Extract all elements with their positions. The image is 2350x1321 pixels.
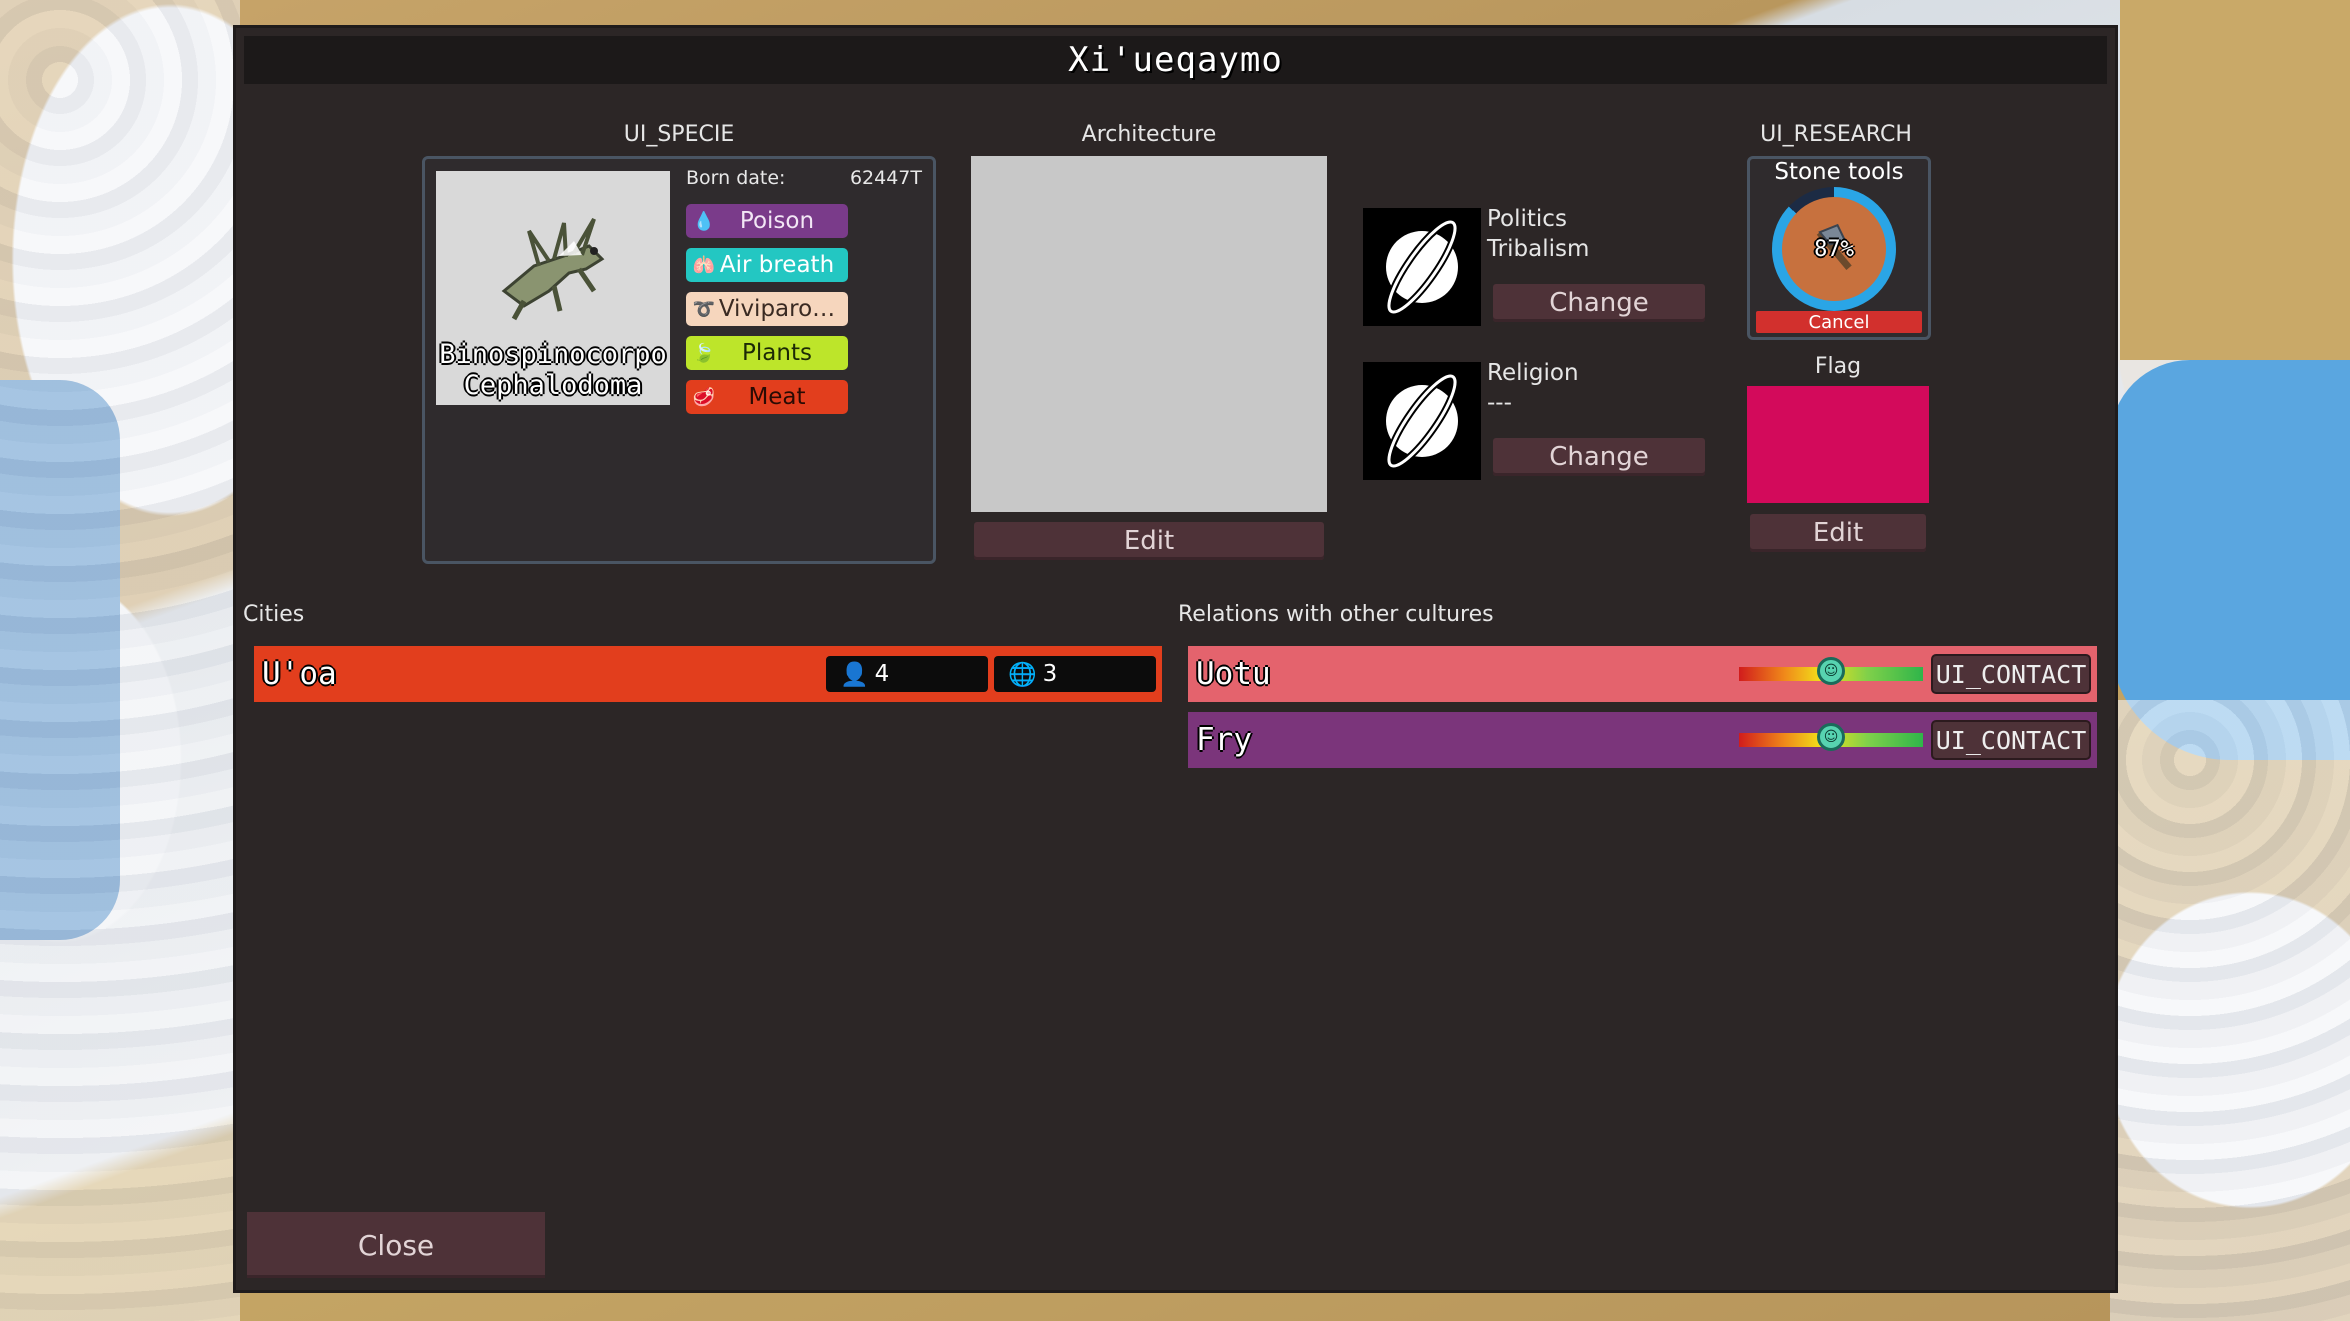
specie-panel: Binospinocorpo Cephalodoma Born date: 62… [422, 156, 936, 564]
trait-plants[interactable]: 🍃 Plants [686, 336, 848, 370]
trait-air-breath[interactable]: 🫁 Air breath [686, 248, 848, 282]
relation-attitude-slider: ☺ [1739, 723, 1923, 751]
smiley-face-icon: ☺ [1817, 723, 1845, 751]
window-title: Xi'ueqaymo [1068, 40, 1283, 80]
creature-icon [501, 217, 605, 321]
flag-edit-button[interactable]: Edit [1750, 514, 1926, 552]
snow-forest-right [2110, 700, 2350, 1321]
meat-icon: 🥩 [692, 386, 716, 408]
research-panel[interactable]: Stone tools 87% Cancel [1747, 156, 1931, 340]
flag-section-label: Flag [1814, 354, 1862, 379]
research-progress-text: 87% [1814, 236, 1854, 262]
religion-label: Religion [1487, 360, 1579, 386]
politics-info: Politics Tribalism [1487, 204, 1589, 264]
person-icon: 👤 [840, 661, 869, 688]
snow-forest-left [0, 0, 240, 1321]
religion-value: --- [1487, 390, 1512, 416]
specie-portrait[interactable]: Binospinocorpo Cephalodoma [436, 171, 670, 405]
trait-poison[interactable]: 💧 Poison [686, 204, 848, 238]
trait-meat[interactable]: 🥩 Meat [686, 380, 848, 414]
cities-section-label: Cities [243, 602, 305, 627]
relation-contact-button[interactable]: UI_CONTACT [1931, 720, 2091, 760]
drop-icon: 💧 [692, 210, 716, 232]
culture-window: Xi'ueqaymo UI_SPECIE Binospinocorpo Ceph… [236, 28, 2115, 1290]
trait-viviparo[interactable]: ➰ Viviparo… [686, 292, 848, 326]
politics-change-button[interactable]: Change [1493, 284, 1705, 322]
city-tiles-value: 3 [1042, 661, 1058, 687]
politics-value: Tribalism [1487, 236, 1590, 262]
relation-attitude-slider: ☺ [1739, 657, 1923, 685]
trait-label: Poison [739, 208, 815, 234]
research-current: Stone tools [1774, 159, 1904, 185]
religion-info: Religion --- [1487, 358, 1579, 418]
axe-icon: 87% [1782, 197, 1886, 301]
trait-label: Meat [748, 384, 806, 410]
smiley-face-icon: ☺ [1817, 657, 1845, 685]
trait-label: Air breath [719, 252, 835, 278]
leaf-icon: 🍃 [692, 342, 716, 364]
city-tiles: 🌐 3 [994, 656, 1156, 692]
architecture-preview [971, 156, 1327, 512]
relation-row[interactable]: Fry ☺ UI_CONTACT [1188, 712, 2097, 768]
city-row[interactable]: U'oa 👤 4 🌐 3 [254, 646, 1162, 702]
research-progress-ring: 87% [1772, 187, 1896, 311]
birth-icon: ➰ [692, 298, 716, 320]
relation-culture-name: Uotu [1196, 656, 1271, 692]
specie-name-genus: Binospinocorpo [439, 339, 667, 370]
architecture-section-label: Architecture [1081, 122, 1217, 147]
religion-change-button[interactable]: Change [1493, 438, 1705, 476]
born-date-label: Born date: [686, 167, 786, 189]
city-name: U'oa [262, 656, 337, 692]
relation-culture-name: Fry [1196, 722, 1252, 758]
research-section-label: UI_RESEARCH [1760, 122, 1912, 147]
close-button[interactable]: Close [247, 1212, 545, 1278]
religion-planet-icon [1363, 362, 1481, 480]
specie-section-label: UI_SPECIE [623, 122, 735, 147]
born-date-value: 62447T [849, 167, 922, 189]
city-population: 👤 4 [826, 656, 988, 692]
trait-label: Plants [742, 340, 812, 366]
born-date: Born date: 62447T [686, 167, 922, 189]
relation-contact-button[interactable]: UI_CONTACT [1931, 654, 2091, 694]
lungs-icon: 🫁 [692, 254, 716, 276]
sand-terrain [2120, 0, 2350, 360]
globe-icon: 🌐 [1008, 661, 1037, 688]
research-cancel-button[interactable]: Cancel [1756, 311, 1922, 333]
politics-planet-icon [1363, 208, 1481, 326]
politics-label: Politics [1487, 206, 1567, 232]
window-titlebar: Xi'ueqaymo [244, 36, 2107, 84]
specie-name-species: Cephalodoma [463, 370, 643, 401]
flag-preview [1747, 386, 1929, 503]
specie-name: Binospinocorpo Cephalodoma [436, 339, 670, 401]
relation-row[interactable]: Uotu ☺ UI_CONTACT [1188, 646, 2097, 702]
trait-label: Viviparo… [718, 296, 836, 322]
relations-section-label: Relations with other cultures [1178, 602, 1494, 627]
city-population-value: 4 [874, 661, 890, 687]
architecture-edit-button[interactable]: Edit [974, 522, 1324, 560]
